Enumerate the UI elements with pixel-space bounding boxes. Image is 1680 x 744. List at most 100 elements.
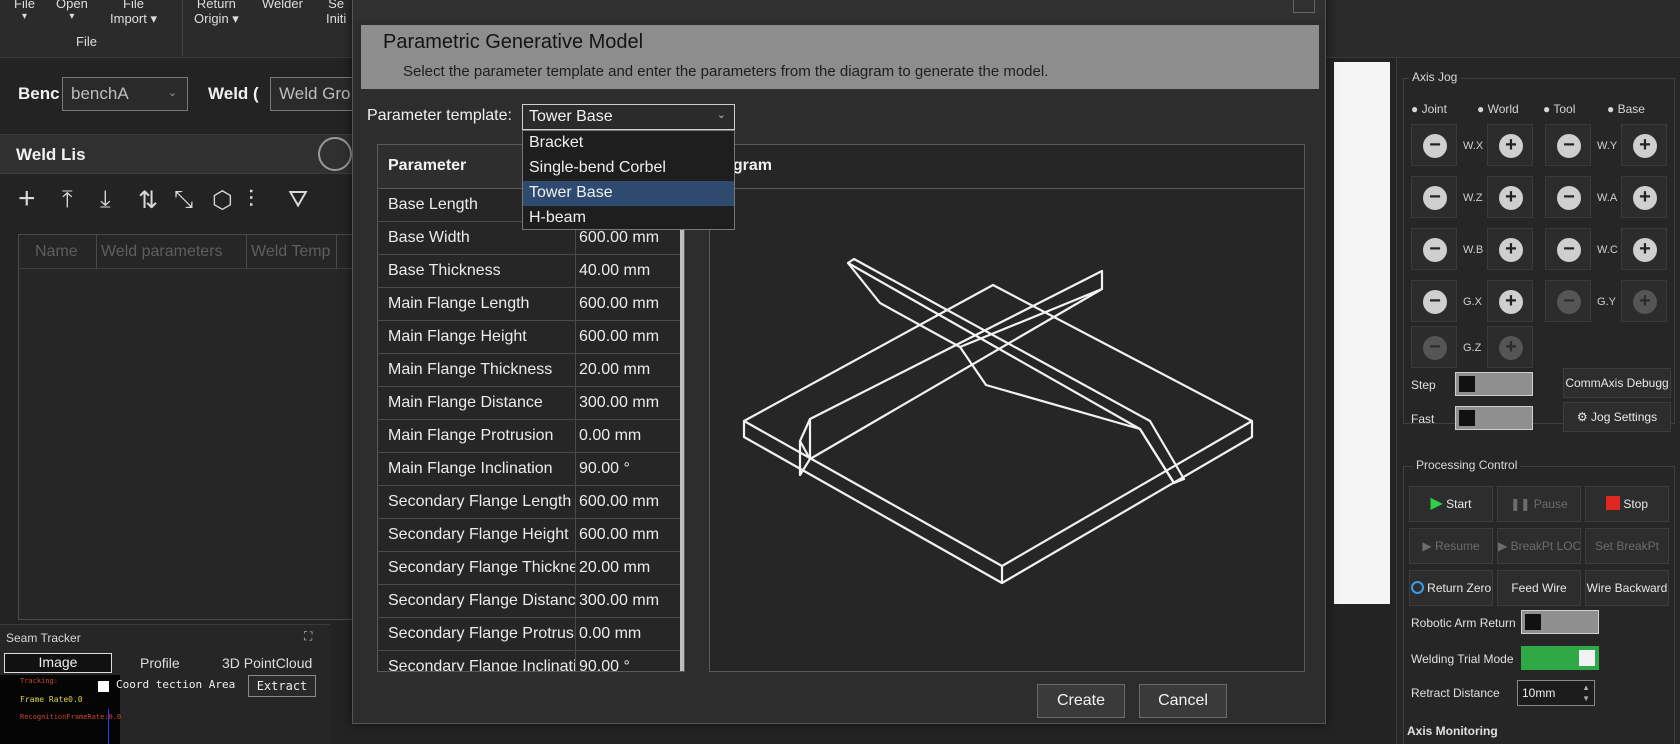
jog-minus-gx[interactable]: − — [1411, 280, 1457, 322]
3d-viewport[interactable] — [1334, 62, 1390, 604]
retract-distance-spinbox[interactable]: 10mm ▲ ▼ — [1517, 680, 1595, 706]
stop-button[interactable]: Stop — [1585, 486, 1669, 522]
renumber-icon[interactable]: ⤡ — [174, 186, 193, 214]
jog-plus-wa[interactable]: + — [1621, 176, 1667, 218]
param-row[interactable]: Secondary Flange Distance 300.00 mm — [378, 585, 684, 618]
param-row[interactable]: Secondary Flange Protrusion 0.00 mm — [378, 618, 684, 651]
param-row[interactable]: Secondary Flange Length 600.00 mm — [378, 486, 684, 519]
jog-minus-wz[interactable]: − — [1411, 176, 1457, 218]
jog-settings-button[interactable]: ⚙ Jog Settings — [1563, 402, 1671, 432]
jog-minus-wb[interactable]: − — [1411, 228, 1457, 270]
filter-icon[interactable]: ⛛ — [288, 186, 308, 214]
extract-button[interactable]: Extract — [248, 675, 316, 697]
weld-group-select[interactable]: Weld Gro — [270, 77, 360, 111]
toggle-knob — [1579, 650, 1595, 666]
template-label: Parameter template: — [367, 107, 512, 124]
ribbon-return-origin[interactable]: Return Origin ▾ — [194, 0, 239, 27]
tab-image[interactable]: Image — [4, 653, 112, 673]
axis-label-wc: W.C — [1597, 244, 1618, 256]
tab-3d-pointcloud[interactable]: 3D PointCloud — [222, 655, 312, 671]
pause-button[interactable]: ❚❚ Pause — [1497, 486, 1581, 522]
cancel-button[interactable]: Cancel — [1139, 684, 1227, 718]
param-row[interactable]: Main Flange Distance 300.00 mm — [378, 387, 684, 420]
column-weld-template[interactable]: Weld Temp — [247, 235, 337, 269]
jog-plus-wz[interactable]: + — [1487, 176, 1533, 218]
jog-plus-wx[interactable]: + — [1487, 124, 1533, 166]
radio-joint[interactable]: ● Joint — [1411, 102, 1447, 116]
param-row[interactable]: Secondary Flange Height 600.00 mm — [378, 519, 684, 552]
jog-minus-gz[interactable]: − — [1411, 326, 1457, 368]
jog-plus-gx[interactable]: + — [1487, 280, 1533, 322]
jog-plus-wc[interactable]: + — [1621, 228, 1667, 270]
param-row[interactable]: Main Flange Protrusion 0.00 mm — [378, 420, 684, 453]
robotic-arm-return-toggle[interactable] — [1521, 610, 1599, 634]
move-down-icon[interactable]: ⤓ — [100, 186, 111, 214]
adjust-icon[interactable]: ⫶ — [248, 186, 254, 214]
radio-world[interactable]: ● World — [1477, 102, 1519, 116]
bench-select[interactable]: benchA ⌄ — [62, 77, 188, 111]
move-up-icon[interactable]: ⤒ — [62, 186, 73, 214]
feed-wire-button[interactable]: Feed Wire — [1497, 570, 1581, 606]
diagram-panel: agram — [709, 144, 1305, 672]
ribbon-settings[interactable]: Se Initi — [326, 0, 346, 26]
tower-base-wireframe — [742, 257, 1254, 585]
coord-checkbox[interactable] — [98, 681, 109, 692]
column-name[interactable]: Name — [19, 235, 97, 269]
ribbon-file-menu[interactable]: File ▾ — [14, 0, 35, 22]
template-option-tower-base[interactable]: Tower Base — [523, 181, 734, 206]
jog-plus-wy[interactable]: + — [1621, 124, 1667, 166]
jog-minus-wy[interactable]: − — [1545, 124, 1591, 166]
resume-button[interactable]: ▶ Resume — [1409, 528, 1493, 564]
ribbon-open-menu[interactable]: Open ▾ — [56, 0, 88, 22]
template-option-bracket[interactable]: Bracket — [523, 131, 734, 156]
param-row[interactable]: Main Flange Thickness 20.00 mm — [378, 354, 684, 387]
param-row[interactable]: Secondary Flange Thickness 20.00 mm — [378, 552, 684, 585]
close-icon[interactable] — [1293, 0, 1315, 13]
return-zero-button[interactable]: Return Zero — [1409, 570, 1493, 606]
create-button[interactable]: Create — [1037, 684, 1125, 718]
ribbon-file-import[interactable]: File Import ▾ — [110, 0, 157, 27]
ribbon-separator — [182, 0, 183, 56]
table-scrollbar[interactable] — [680, 189, 684, 671]
ribbon-welder[interactable]: Welder — [262, 0, 303, 11]
tab-profile[interactable]: Profile — [140, 655, 180, 671]
wire-backward-button[interactable]: Wire Backward — [1585, 570, 1669, 606]
jog-minus-wx[interactable]: − — [1411, 124, 1457, 166]
jog-minus-wa[interactable]: − — [1545, 176, 1591, 218]
spin-arrows-icon[interactable]: ▲ ▼ — [1582, 682, 1590, 704]
hexagon-icon[interactable]: ⬡ — [212, 186, 233, 215]
template-select[interactable]: Tower Base ⌄ — [522, 104, 735, 130]
radio-tool[interactable]: ● Tool — [1543, 102, 1575, 116]
comm-axis-debug-button[interactable]: CommAxis Debugg — [1563, 368, 1671, 398]
param-row[interactable]: Base Thickness 40.00 mm — [378, 255, 684, 288]
plus-icon: + — [1633, 186, 1657, 210]
param-row[interactable]: Secondary Flange Inclination 90.00 ° — [378, 651, 684, 671]
jog-plus-gz[interactable]: + — [1487, 326, 1533, 368]
start-button[interactable]: ▶ Start — [1409, 486, 1493, 522]
template-option-h-beam[interactable]: H-beam — [523, 206, 734, 231]
welding-trial-mode-toggle[interactable] — [1521, 646, 1599, 670]
refresh-icon[interactable] — [318, 137, 352, 171]
expand-icon[interactable]: ⛶ — [304, 629, 312, 644]
jog-plus-wb[interactable]: + — [1487, 228, 1533, 270]
jog-plus-gy[interactable]: + — [1621, 280, 1667, 322]
jog-minus-gy[interactable]: − — [1545, 280, 1591, 322]
weld-list-table: Name Weld parameters Weld Temp — [18, 234, 356, 620]
jog-minus-wc[interactable]: − — [1545, 228, 1591, 270]
fast-toggle[interactable] — [1455, 406, 1533, 430]
step-toggle[interactable] — [1455, 372, 1533, 396]
column-weld-parameters[interactable]: Weld parameters — [97, 235, 247, 269]
breakpt-loc-button[interactable]: ▶ BreakPt LOC — [1497, 528, 1581, 564]
radio-base[interactable]: ● Base — [1607, 102, 1645, 116]
retract-distance-label: Retract Distance — [1411, 686, 1500, 700]
sort-icon[interactable]: ⇅ — [138, 186, 158, 215]
right-control-panel: Axis Jog ● Joint ● World ● Tool ● Base −… — [1396, 58, 1680, 744]
param-row[interactable]: Main Flange Length 600.00 mm — [378, 288, 684, 321]
set-breakpt-button[interactable]: Set BreakPt — [1585, 528, 1669, 564]
tower-base-diagram — [742, 257, 1254, 585]
add-icon[interactable]: + — [18, 182, 36, 216]
param-row[interactable]: Main Flange Inclination 90.00 ° — [378, 453, 684, 486]
param-row[interactable]: Main Flange Height 600.00 mm — [378, 321, 684, 354]
gear-icon: ⚙ — [1576, 410, 1588, 424]
template-option-single-bend-corbel[interactable]: Single-bend Corbel — [523, 156, 734, 181]
